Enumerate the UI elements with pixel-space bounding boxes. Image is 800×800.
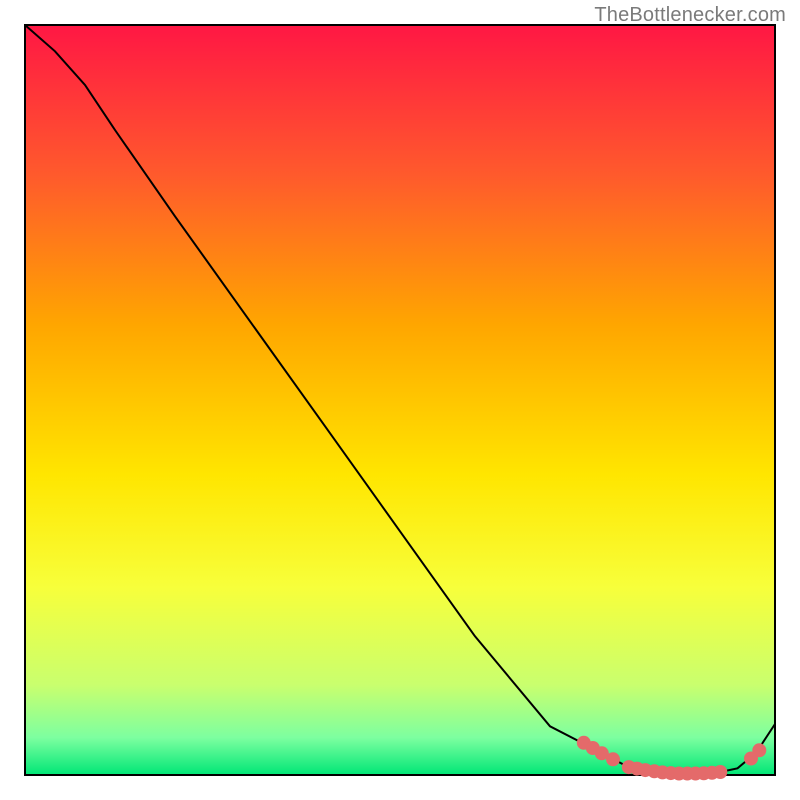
plot-background [25, 25, 775, 775]
highlight-dot [606, 752, 620, 766]
bottleneck-chart [0, 0, 800, 800]
highlight-dot [713, 765, 727, 779]
chart-container: TheBottlenecker.com [0, 0, 800, 800]
watermark-label: TheBottlenecker.com [594, 4, 786, 27]
highlight-dot [752, 743, 766, 757]
